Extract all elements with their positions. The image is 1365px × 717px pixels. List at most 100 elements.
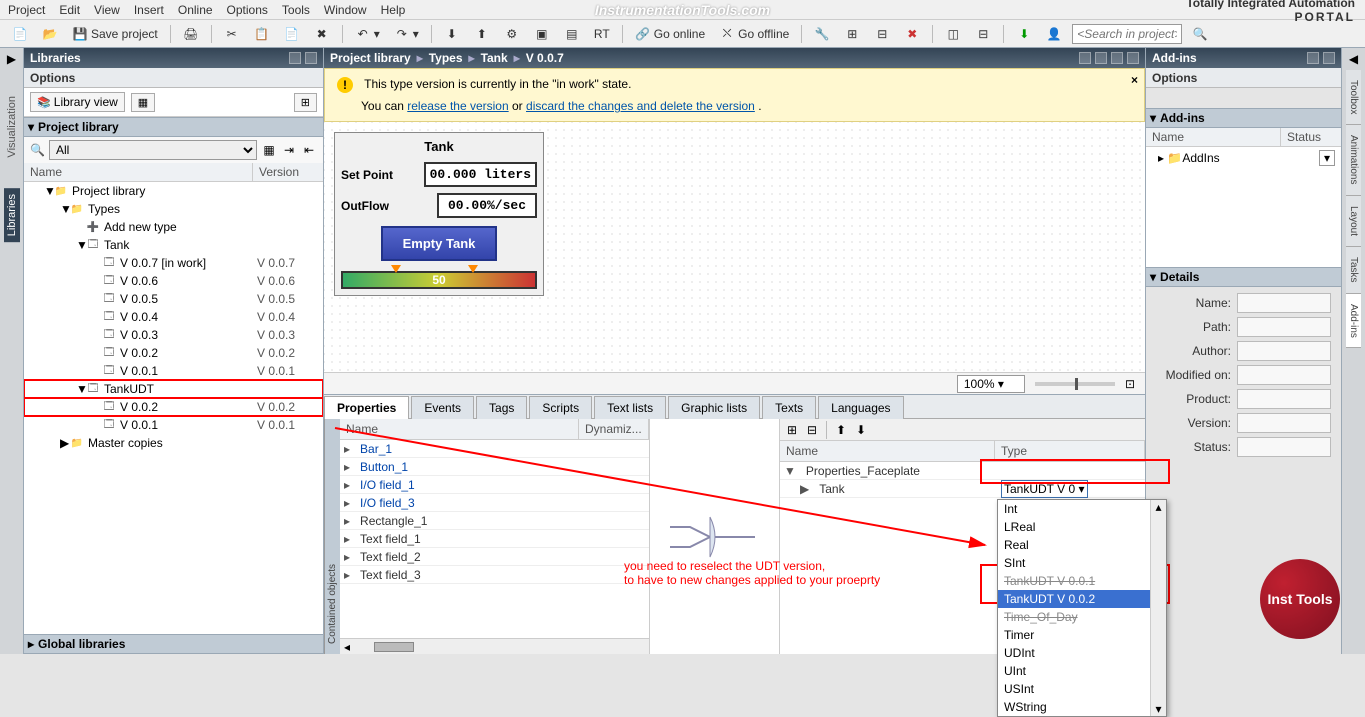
download-button[interactable]: ⬇	[440, 24, 464, 44]
search-go-button[interactable]: 🔍	[1188, 24, 1212, 44]
tree-row[interactable]: ➕Add new type	[24, 218, 323, 236]
lib-opt-icon[interactable]: ⊞	[294, 93, 317, 112]
zoom-slider[interactable]	[1035, 382, 1115, 386]
menu-window[interactable]: Window	[324, 3, 367, 17]
split-h-button[interactable]: ◫	[941, 24, 965, 44]
detail-input[interactable]	[1237, 389, 1331, 409]
collapse-right-icon[interactable]: ◀	[1345, 48, 1362, 70]
object-row[interactable]: ▸I/O field_3	[340, 494, 649, 512]
prop-tool-up[interactable]: ⬆	[833, 422, 849, 438]
dropdown-item[interactable]: USInt	[998, 680, 1166, 698]
objects-hscroll[interactable]: ◂	[340, 638, 649, 654]
editor-min-icon[interactable]	[1079, 52, 1091, 64]
go-offline-button[interactable]: ⛌Go offline	[715, 24, 793, 44]
tab-languages[interactable]: Languages	[818, 396, 903, 419]
object-row[interactable]: ▸Text field_1	[340, 530, 649, 548]
crumb-2[interactable]: Tank	[481, 51, 508, 65]
split-v-button[interactable]: ⊟	[971, 24, 995, 44]
grid-view-button[interactable]: ▦	[131, 93, 155, 112]
object-row[interactable]: ▸Button_1	[340, 458, 649, 476]
filter-tool-1[interactable]: ▦	[261, 142, 277, 158]
project-library-tree[interactable]: ▼📁Project library▼📁Types➕Add new type▼🗔T…	[24, 182, 323, 634]
dropdown-item[interactable]: SInt	[998, 554, 1166, 572]
tree-row[interactable]: ▼🗔TankUDT	[24, 380, 323, 398]
type-dropdown[interactable]: TankUDT V 0 ▾	[1001, 480, 1088, 498]
dropdown-item[interactable]: Real	[998, 536, 1166, 554]
menu-project[interactable]: Project	[8, 3, 45, 17]
editor-close-icon[interactable]	[1127, 52, 1139, 64]
crumb-0[interactable]: Project library	[330, 51, 411, 65]
menu-help[interactable]: Help	[381, 3, 406, 17]
tb-icon-b[interactable]: ⊞	[840, 24, 864, 44]
detail-input[interactable]	[1237, 317, 1331, 337]
menu-options[interactable]: Options	[227, 3, 268, 17]
detail-input[interactable]	[1237, 341, 1331, 361]
collapse-left-icon[interactable]: ▶	[7, 52, 16, 66]
prop-tool-2[interactable]: ⊟	[804, 422, 820, 438]
detail-input[interactable]	[1237, 293, 1331, 313]
tree-row[interactable]: 🗔V 0.0.5V 0.0.5	[24, 290, 323, 308]
crumb-3[interactable]: V 0.0.7	[526, 51, 564, 65]
open-project-button[interactable]: 📂	[38, 24, 62, 44]
rtab-addins[interactable]: Add-ins	[1346, 294, 1361, 349]
panel-collapse-icon[interactable]	[305, 52, 317, 64]
dropdown-item[interactable]: UDInt	[998, 644, 1166, 662]
tank-faceplate[interactable]: Tank Set Point 00.000 liters OutFlow 00.…	[334, 132, 544, 296]
dropdown-item[interactable]: TankUDT V 0.0.1	[998, 572, 1166, 590]
faceplate-canvas[interactable]: Tank Set Point 00.000 liters OutFlow 00.…	[324, 122, 1145, 372]
filter-tool-3[interactable]: ⇤	[301, 142, 317, 158]
menu-edit[interactable]: Edit	[59, 3, 80, 17]
rtab-toolbox[interactable]: Toolbox	[1346, 70, 1361, 125]
tb-icon-c[interactable]: ⊟	[870, 24, 894, 44]
tb-icon-f[interactable]: 👤	[1042, 24, 1066, 44]
dropdown-item[interactable]: Time_Of_Day	[998, 608, 1166, 626]
prop-row-tank[interactable]: ▶ Tank TankUDT V 0 ▾	[780, 480, 1145, 498]
search-project-input[interactable]	[1072, 24, 1182, 44]
upload-button[interactable]: ⬆	[470, 24, 494, 44]
filter-select[interactable]: All	[49, 140, 257, 160]
object-row[interactable]: ▸Text field_3	[340, 566, 649, 584]
tb-icon-d[interactable]: ✖	[900, 24, 924, 44]
tb-icon-rt[interactable]: RT	[590, 24, 614, 44]
menu-online[interactable]: Online	[178, 3, 213, 17]
print-button[interactable]: 🖨	[179, 24, 203, 44]
copy-button[interactable]: 📋	[250, 24, 274, 44]
tree-row[interactable]: 🗔V 0.0.7 [in work]V 0.0.7	[24, 254, 323, 272]
tree-row[interactable]: ▼📁Project library	[24, 182, 323, 200]
side-tab-visualization[interactable]: Visualization	[6, 96, 18, 158]
prop-tool-1[interactable]: ⊞	[784, 422, 800, 438]
filter-icon[interactable]: 🔍	[30, 143, 45, 157]
discard-version-link[interactable]: discard the changes and delete the versi…	[526, 99, 755, 113]
prop-row-faceplate[interactable]: ▼ Properties_Faceplate	[780, 462, 1145, 480]
filter-tool-2[interactable]: ⇥	[281, 142, 297, 158]
tab-textlists[interactable]: Text lists	[594, 396, 666, 419]
tab-scripts[interactable]: Scripts	[529, 396, 592, 419]
object-row[interactable]: ▸Text field_2	[340, 548, 649, 566]
empty-tank-button[interactable]: Empty Tank	[381, 226, 498, 261]
rtab-animations[interactable]: Animations	[1346, 125, 1361, 195]
type-dropdown-menu[interactable]: IntLRealRealSIntTankUDT V 0.0.1TankUDT V…	[997, 499, 1167, 717]
undo-button[interactable]: ↶▾	[351, 24, 384, 44]
save-project-button[interactable]: 💾Save project	[68, 24, 162, 44]
tree-row[interactable]: 🗔V 0.0.6V 0.0.6	[24, 272, 323, 290]
dropdown-item[interactable]: Int	[998, 500, 1166, 518]
zoom-select[interactable]: 100% ▾	[957, 375, 1025, 393]
tab-tags[interactable]: Tags	[476, 396, 527, 419]
paste-button[interactable]: 📄	[280, 24, 304, 44]
details-section[interactable]: ▾Details	[1146, 267, 1341, 287]
notice-close-icon[interactable]: ×	[1131, 73, 1138, 87]
new-project-button[interactable]: 📄	[8, 24, 32, 44]
object-row[interactable]: ▸I/O field_1	[340, 476, 649, 494]
prop-tool-down[interactable]: ⬇	[853, 422, 869, 438]
tree-row[interactable]: 🗔V 0.0.1V 0.0.1	[24, 416, 323, 434]
tree-row[interactable]: ▶📁Master copies	[24, 434, 323, 452]
dropdown-item[interactable]: WString	[998, 698, 1166, 716]
compile-button[interactable]: ⚙	[500, 24, 524, 44]
tank-scale-bar[interactable]: 50	[341, 271, 537, 289]
tree-row[interactable]: 🗔V 0.0.2V 0.0.2	[24, 344, 323, 362]
tree-row[interactable]: 🗔V 0.0.4V 0.0.4	[24, 308, 323, 326]
object-row[interactable]: ▸Rectangle_1	[340, 512, 649, 530]
zoom-fit-icon[interactable]: ⊡	[1125, 377, 1135, 391]
redo-button[interactable]: ↷▾	[390, 24, 423, 44]
dropdown-item[interactable]: Timer	[998, 626, 1166, 644]
